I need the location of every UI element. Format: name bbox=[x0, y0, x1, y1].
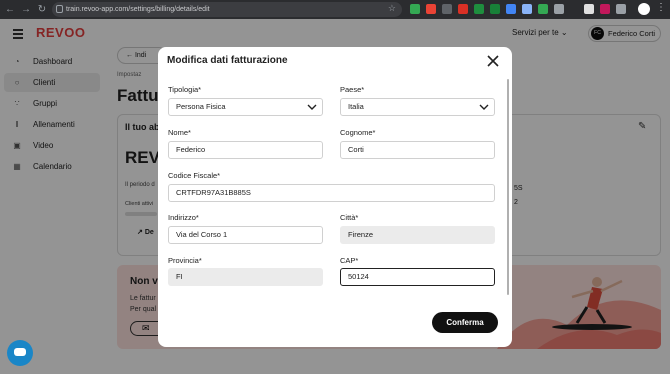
extension-icon[interactable] bbox=[584, 4, 594, 14]
citta-label: Città* bbox=[340, 213, 359, 222]
extension-icon[interactable] bbox=[490, 4, 500, 14]
extension-icon[interactable] bbox=[522, 4, 532, 14]
paese-label: Paese* bbox=[340, 85, 365, 94]
extension-icon[interactable] bbox=[458, 4, 468, 14]
extension-icon[interactable] bbox=[410, 4, 420, 14]
provincia-field: FI bbox=[168, 268, 323, 286]
edit-billing-modal: Modifica dati fatturazione Tipologia* Pe… bbox=[158, 47, 512, 347]
extension-icon[interactable] bbox=[538, 4, 548, 14]
codice-fiscale-field[interactable]: CRTFDR97A31B885S bbox=[168, 184, 495, 202]
tipologia-label: Tipologia* bbox=[168, 85, 202, 94]
browser-toolbar: ← → ↻ train.revoo-app.com/settings/billi… bbox=[0, 0, 670, 19]
cap-label: CAP* bbox=[340, 256, 359, 265]
site-info-icon[interactable] bbox=[56, 5, 63, 13]
scrollbar[interactable] bbox=[507, 79, 509, 295]
back-arrow-icon[interactable]: ← bbox=[4, 4, 16, 16]
puzzle-icon[interactable] bbox=[616, 4, 626, 14]
codice-fiscale-label: Codice Fiscale* bbox=[168, 171, 221, 180]
extension-icon[interactable] bbox=[442, 4, 452, 14]
cap-field[interactable]: 50124 bbox=[340, 268, 495, 286]
profile-avatar[interactable] bbox=[638, 3, 650, 15]
close-icon[interactable] bbox=[486, 54, 500, 68]
extension-icon[interactable] bbox=[506, 4, 516, 14]
address-bar[interactable]: train.revoo-app.com/settings/billing/det… bbox=[52, 2, 402, 17]
reload-icon[interactable]: ↻ bbox=[36, 4, 48, 16]
paese-select[interactable]: Italia bbox=[340, 98, 495, 116]
nome-field[interactable]: Federico bbox=[168, 141, 323, 159]
provincia-label: Provincia* bbox=[168, 256, 202, 265]
cognome-field[interactable]: Corti bbox=[340, 141, 495, 159]
paese-value: Italia bbox=[348, 102, 364, 111]
cognome-label: Cognome* bbox=[340, 128, 376, 137]
extension-icon[interactable] bbox=[426, 4, 436, 14]
chat-bubble-icon[interactable] bbox=[7, 340, 33, 366]
indirizzo-label: Indirizzo* bbox=[168, 213, 199, 222]
modal-title: Modifica dati fatturazione bbox=[167, 55, 288, 66]
indirizzo-field[interactable]: Via del Corso 1 bbox=[168, 226, 323, 244]
extension-icon[interactable] bbox=[554, 4, 564, 14]
bookmark-star-icon[interactable]: ☆ bbox=[388, 3, 396, 14]
kebab-menu-icon[interactable]: ⋮ bbox=[656, 2, 666, 13]
url-text: train.revoo-app.com/settings/billing/det… bbox=[66, 6, 210, 13]
forward-arrow-icon[interactable]: → bbox=[20, 4, 32, 16]
extension-icon[interactable] bbox=[474, 4, 484, 14]
extension-icon[interactable] bbox=[600, 4, 610, 14]
citta-field: Firenze bbox=[340, 226, 495, 244]
chevron-down-icon bbox=[479, 104, 489, 110]
confirm-button[interactable]: Conferma bbox=[432, 312, 498, 333]
tipologia-value: Persona Fisica bbox=[176, 102, 226, 111]
nome-label: Nome* bbox=[168, 128, 191, 137]
tipologia-select[interactable]: Persona Fisica bbox=[168, 98, 323, 116]
chevron-down-icon bbox=[307, 104, 317, 110]
